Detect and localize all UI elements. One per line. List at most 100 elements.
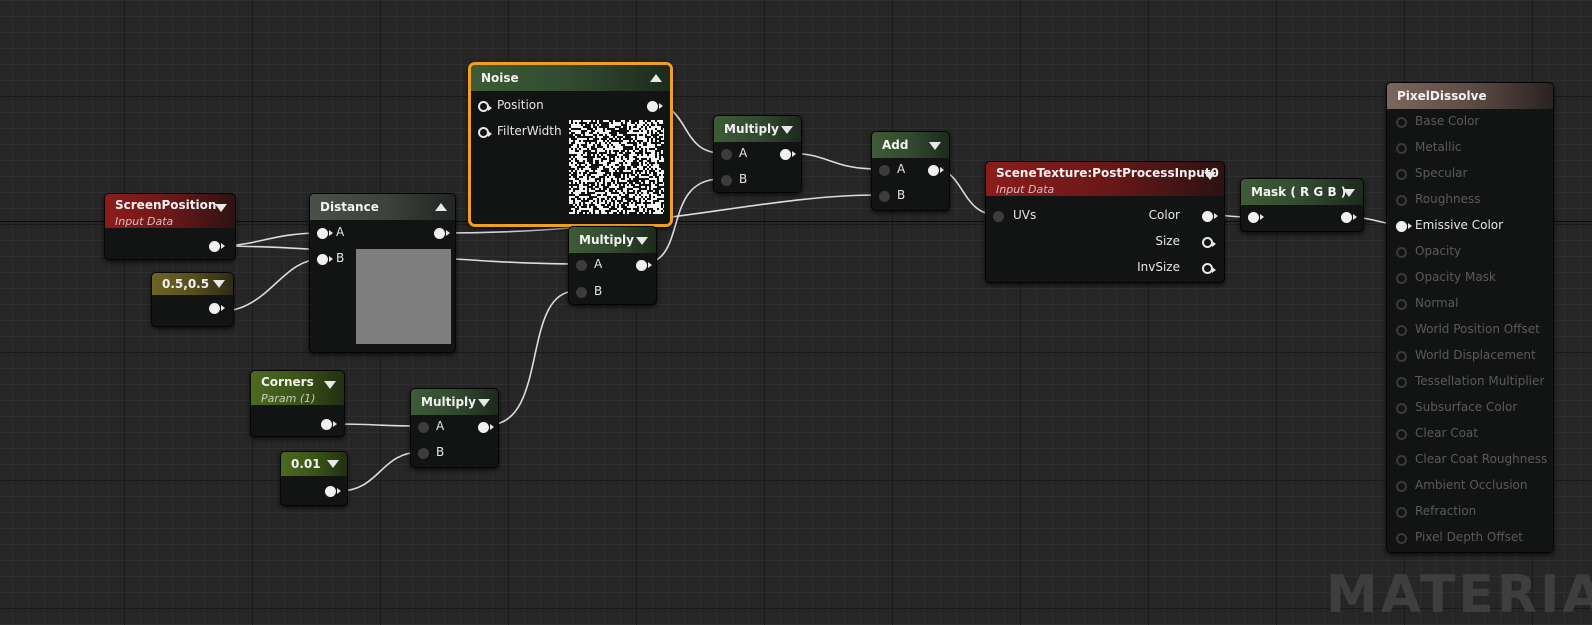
output-pin[interactable] (1341, 212, 1357, 223)
node-header[interactable]: PixelDissolve (1387, 83, 1553, 109)
pin-label: UVs (1013, 208, 1037, 222)
add-node[interactable]: Add A B (871, 131, 950, 211)
output-pin[interactable] (636, 260, 652, 271)
node-title: Multiply (579, 233, 634, 247)
node-header[interactable]: ScreenPosition Input Data (105, 194, 235, 228)
node-header[interactable]: Corners Param (1) (251, 371, 344, 405)
output-pin-size[interactable] (1202, 237, 1216, 248)
node-header[interactable]: Noise (471, 65, 670, 91)
input-pin-a[interactable] (721, 149, 732, 160)
input-pin-refraction[interactable] (1396, 507, 1407, 518)
input-pin-b[interactable] (721, 175, 732, 186)
distance-node[interactable]: Distance A B (309, 193, 456, 353)
collapse-arrow-icon[interactable] (215, 204, 227, 212)
output-pin[interactable] (434, 228, 450, 239)
input-pin-ambient-occlusion[interactable] (1396, 481, 1407, 492)
noise-node[interactable]: Noise Position FilterWidth (468, 62, 673, 227)
output-pin[interactable] (928, 165, 944, 176)
output-pin[interactable] (209, 303, 225, 314)
constant-node[interactable]: 0.5,0.5 (151, 272, 234, 327)
output-pin[interactable] (209, 241, 225, 252)
node-subtitle: Input Data (115, 215, 174, 228)
pin-label: Color (1148, 208, 1180, 222)
input-pin-a[interactable] (317, 228, 333, 239)
input-pin-world-displacement[interactable] (1396, 351, 1407, 362)
input-pin-clear-coat-roughness[interactable] (1396, 455, 1407, 466)
node-header[interactable]: 0.5,0.5 (152, 273, 233, 295)
wire-layer (215, 103, 1401, 492)
input-pin-clear-coat[interactable] (1396, 429, 1407, 440)
input-pin-uvs[interactable] (993, 211, 1004, 222)
pixeldissolve-result-node[interactable]: PixelDissolve Base Color Metallic Specular… (1386, 82, 1554, 553)
multiply-node-top[interactable]: Multiply A B (713, 115, 802, 193)
mask-node[interactable]: Mask ( R G B ) (1240, 178, 1364, 232)
collapse-arrow-icon[interactable] (324, 381, 336, 389)
pin-label: B (436, 445, 445, 459)
node-header[interactable]: Add (872, 132, 949, 158)
input-pin-opacity[interactable] (1396, 247, 1407, 258)
input-pin-b[interactable] (317, 254, 333, 265)
node-header[interactable]: Multiply (569, 227, 656, 253)
output-pin[interactable] (478, 422, 494, 433)
input-pin-roughness[interactable] (1396, 195, 1407, 206)
input-pin-b[interactable] (418, 448, 429, 459)
collapse-arrow-icon[interactable] (650, 74, 662, 82)
collapse-arrow-icon[interactable] (213, 280, 225, 288)
input-pin-position[interactable] (478, 101, 492, 112)
input-pin-a[interactable] (576, 260, 587, 271)
pin-label: Metallic (1415, 140, 1462, 154)
input-pin-world-position-offset[interactable] (1396, 325, 1407, 336)
collapse-arrow-icon[interactable] (929, 142, 941, 150)
pin-label: A (897, 162, 906, 176)
pin-label: Refraction (1415, 504, 1477, 518)
input-pin-tessellation-multiplier[interactable] (1396, 377, 1407, 388)
node-title: PixelDissolve (1397, 89, 1487, 103)
node-header[interactable]: Mask ( R G B ) (1241, 179, 1363, 205)
output-pin[interactable] (780, 149, 796, 160)
output-pin[interactable] (325, 486, 341, 497)
pin-label: Position (497, 98, 544, 112)
collapse-arrow-icon[interactable] (1204, 172, 1216, 180)
multiply-node-low[interactable]: Multiply A B (410, 388, 499, 468)
constant-node-001[interactable]: 0.01 (280, 451, 348, 506)
input-pin-metallic[interactable] (1396, 143, 1407, 154)
screenposition-node[interactable]: ScreenPosition Input Data (104, 193, 236, 260)
collapse-arrow-icon[interactable] (478, 399, 490, 407)
output-pin[interactable] (321, 419, 337, 430)
node-title: Add (882, 138, 909, 152)
node-header[interactable]: SceneTexture:PostProcessInput0 Input Dat… (986, 162, 1224, 196)
input-pin-b[interactable] (576, 287, 587, 298)
collapse-arrow-icon[interactable] (1343, 189, 1355, 197)
node-header[interactable]: Multiply (411, 389, 498, 415)
input-pin-b[interactable] (879, 191, 890, 202)
input-pin-filterwidth[interactable] (478, 127, 492, 138)
material-watermark: MATERIAL (1326, 565, 1592, 625)
collapse-arrow-icon[interactable] (435, 203, 447, 211)
corners-param-node[interactable]: Corners Param (1) (250, 370, 345, 437)
input-pin-specular[interactable] (1396, 169, 1407, 180)
input-pin-subsurface-color[interactable] (1396, 403, 1407, 414)
output-pin[interactable] (647, 101, 663, 112)
collapse-arrow-icon[interactable] (327, 460, 339, 468)
input-pin-emissive-color[interactable] (1396, 221, 1412, 232)
node-header[interactable]: Multiply (714, 116, 801, 142)
multiply-node-mid[interactable]: Multiply A B (568, 226, 657, 305)
node-header[interactable]: Distance (310, 194, 455, 220)
input-pin-opacity-mask[interactable] (1396, 273, 1407, 284)
pin-label: A (739, 146, 748, 160)
input-pin-pixel-depth-offset[interactable] (1396, 533, 1407, 544)
collapse-arrow-icon[interactable] (636, 237, 648, 245)
node-header[interactable]: 0.01 (281, 452, 347, 476)
noise-preview-thumbnail (569, 120, 664, 214)
pin-label: Opacity Mask (1415, 270, 1496, 284)
input-pin-a[interactable] (418, 422, 429, 433)
collapse-arrow-icon[interactable] (781, 126, 793, 134)
output-pin-invsize[interactable] (1202, 263, 1216, 274)
scenetexture-node[interactable]: SceneTexture:PostProcessInput0 Input Dat… (985, 161, 1225, 283)
output-pin-color[interactable] (1202, 211, 1218, 222)
input-pin[interactable] (1248, 212, 1264, 223)
input-pin-base-color[interactable] (1396, 117, 1407, 128)
preview-thumbnail (356, 249, 451, 344)
input-pin-a[interactable] (879, 165, 890, 176)
input-pin-normal[interactable] (1396, 299, 1407, 310)
